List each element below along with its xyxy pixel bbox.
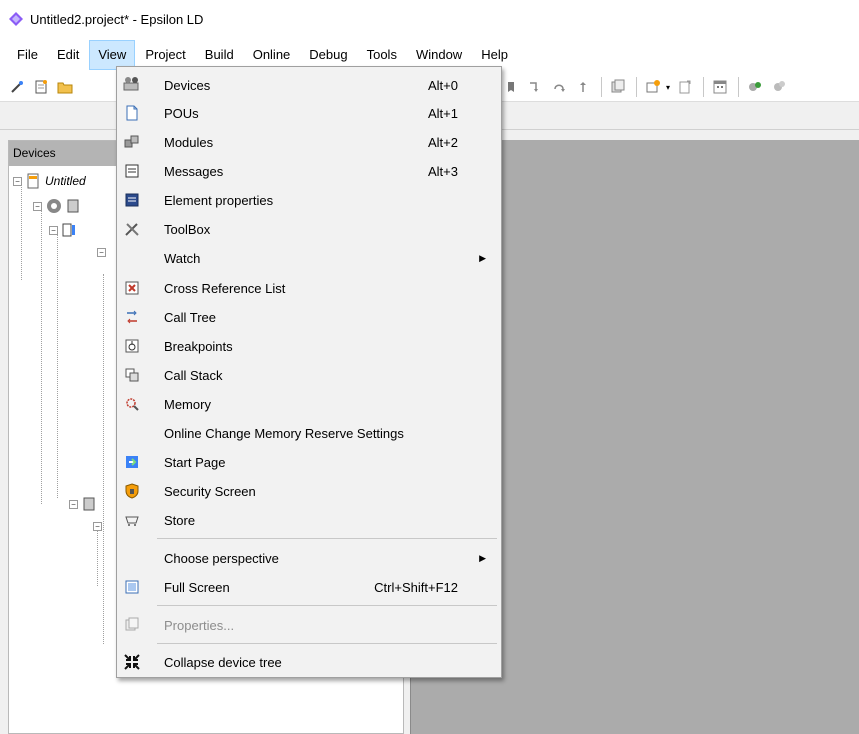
menu-item-full-screen[interactable]: Full Screen Ctrl+Shift+F12 [118, 573, 500, 601]
window-title: Untitled2.project* - Epsilon LD [30, 11, 204, 27]
menu-item-breakpoints[interactable]: Breakpoints [118, 332, 500, 360]
menu-item-properties[interactable]: Properties... [118, 611, 500, 639]
step-out-icon[interactable] [572, 76, 594, 98]
toolbox-icon [120, 217, 144, 241]
calendar-icon[interactable] [709, 76, 731, 98]
breakpoints-icon [120, 334, 144, 358]
collapse-icon[interactable]: − [97, 248, 106, 257]
properties-icon [120, 613, 144, 637]
tree-node-submodule[interactable]: − [93, 522, 105, 531]
modules-icon [120, 130, 144, 154]
menu-item-call-stack[interactable]: Call Stack [118, 361, 500, 389]
menu-edit[interactable]: Edit [48, 40, 88, 70]
collapse-icon[interactable]: − [93, 522, 102, 531]
logout-icon[interactable] [768, 76, 790, 98]
menu-item-devices[interactable]: Devices Alt+0 [118, 71, 500, 99]
magic-wand-icon[interactable] [6, 76, 28, 98]
menu-item-collapse-device-tree[interactable]: Collapse device tree [118, 648, 500, 676]
new-project-icon[interactable] [30, 76, 52, 98]
plc-icon [67, 199, 79, 213]
collapse-icon[interactable]: − [69, 499, 78, 509]
menu-item-call-tree[interactable]: Call Tree [118, 303, 500, 331]
messages-icon [120, 159, 144, 183]
menu-item-online-change-memory[interactable]: Online Change Memory Reserve Settings [118, 419, 500, 447]
store-icon [120, 508, 144, 532]
tree-node-label: Untitled [45, 174, 86, 188]
step-over-icon[interactable] [548, 76, 570, 98]
menu-item-cross-reference-list[interactable]: Cross Reference List [118, 274, 500, 302]
full-screen-icon [120, 575, 144, 599]
application-icon [62, 223, 75, 237]
bookmark-icon[interactable] [500, 76, 522, 98]
module-icon [83, 497, 95, 511]
menu-item-memory[interactable]: Memory [118, 390, 500, 418]
menu-item-messages[interactable]: Messages Alt+3 [118, 157, 500, 185]
element-properties-icon [120, 188, 144, 212]
tree-node-module[interactable]: − [69, 496, 97, 512]
dropdown-arrow-icon[interactable]: ▾ [666, 83, 670, 92]
insert-element-icon[interactable] [642, 76, 664, 98]
security-screen-icon [120, 479, 144, 503]
memory-icon [120, 392, 144, 416]
app-logo-icon [8, 11, 24, 27]
title-bar: Untitled2.project* - Epsilon LD [0, 0, 859, 38]
toolbar-separator [636, 77, 637, 97]
menu-item-modules[interactable]: Modules Alt+2 [118, 128, 500, 156]
login-icon[interactable] [744, 76, 766, 98]
pous-icon [120, 101, 144, 125]
menu-item-choose-perspective[interactable]: Choose perspective ▶ [118, 544, 500, 572]
call-tree-icon [120, 305, 144, 329]
toolbar-separator [601, 77, 602, 97]
collapse-icon[interactable]: − [13, 176, 22, 186]
toolbar-separator [703, 77, 705, 97]
gear-icon [47, 199, 61, 213]
cross-reference-icon [120, 276, 144, 300]
tree-node-project[interactable]: − Untitled [13, 173, 86, 189]
menu-item-element-properties[interactable]: Element properties [118, 186, 500, 214]
open-folder-icon[interactable] [54, 76, 76, 98]
menu-separator [157, 538, 497, 539]
submenu-arrow-icon: ▶ [479, 552, 486, 563]
export-icon[interactable] [674, 76, 696, 98]
menu-item-start-page[interactable]: Start Page [118, 448, 500, 476]
project-icon [27, 173, 39, 189]
collapse-icon[interactable]: − [33, 201, 42, 211]
submenu-arrow-icon: ▶ [479, 252, 486, 263]
tree-node-child[interactable]: − [97, 248, 109, 257]
collapse-icon[interactable]: − [49, 225, 58, 235]
call-stack-icon [120, 363, 144, 387]
copy-icon[interactable] [607, 76, 629, 98]
collapse-tree-icon [120, 650, 144, 674]
tree-node-device[interactable]: − [33, 197, 81, 215]
tree-node-application[interactable]: − [49, 222, 77, 238]
view-menu-dropdown: Devices Alt+0 POUs Alt+1 Modules Alt+2 M… [116, 66, 502, 678]
start-page-icon [120, 450, 144, 474]
menu-file[interactable]: File [8, 40, 47, 70]
menu-item-security-screen[interactable]: Security Screen [118, 477, 500, 505]
devices-icon [120, 73, 144, 97]
step-into-icon[interactable] [524, 76, 546, 98]
menu-item-watch[interactable]: Watch ▶ [118, 244, 500, 272]
menu-separator [157, 643, 497, 644]
menu-separator [157, 605, 497, 606]
menu-item-store[interactable]: Store [118, 506, 500, 534]
menu-item-toolbox[interactable]: ToolBox [118, 215, 500, 243]
menu-item-pous[interactable]: POUs Alt+1 [118, 99, 500, 127]
toolbar-separator [738, 77, 740, 97]
